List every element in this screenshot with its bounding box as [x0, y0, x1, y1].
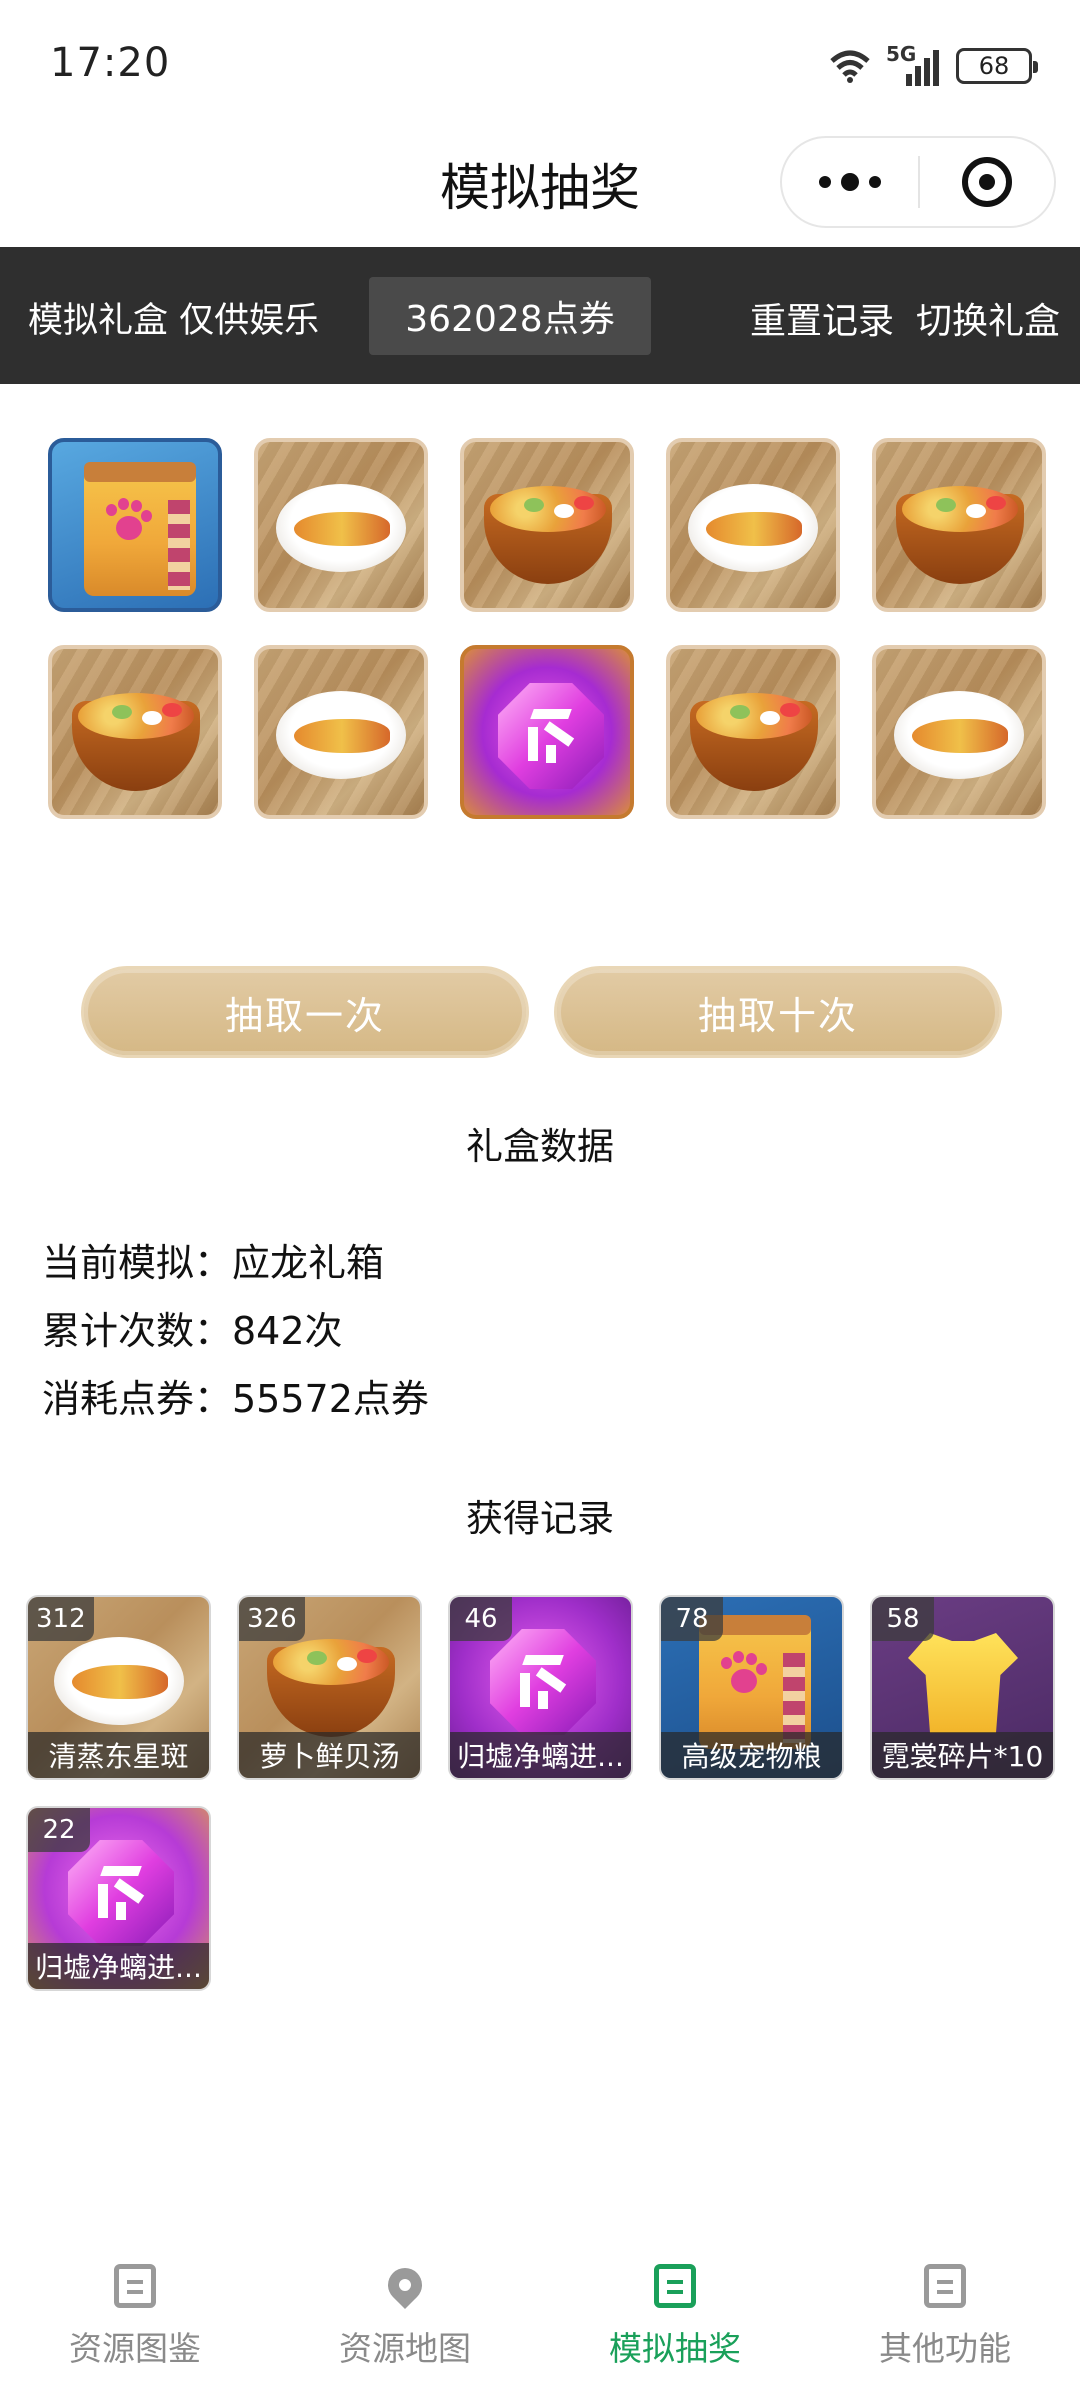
doc-icon [654, 2264, 696, 2308]
tickets-spent-stat: 消耗点券：55572点券 [42, 1377, 429, 1421]
record-item: 78 高级宠物粮 [659, 1595, 844, 1780]
close-mini-program-button[interactable] [920, 138, 1054, 226]
more-dot-icon [869, 176, 881, 188]
status-icons: 5G 68 [828, 42, 1038, 86]
steamed-fish-icon [706, 512, 802, 546]
record-item: 46 归墟净螭进... [448, 1595, 633, 1780]
more-dot-icon [819, 176, 831, 188]
steamed-fish-icon [72, 1665, 168, 1699]
record-count: 326 [239, 1597, 305, 1641]
record-item: 58 霓裳碎片*10 [870, 1595, 1055, 1780]
record-name: 清蒸东星斑 [28, 1732, 209, 1778]
current-box-stat: 当前模拟：应龙礼箱 [42, 1241, 385, 1285]
record-count: 78 [661, 1597, 723, 1641]
total-count-stat: 累计次数：842次 [42, 1309, 343, 1353]
steamed-fish-icon [912, 719, 1008, 753]
status-time: 17:20 [50, 40, 171, 86]
record-name: 归墟净螭进... [28, 1943, 209, 1989]
ticket-balance: 362028点券 [369, 277, 651, 355]
network-type: 5G [886, 42, 917, 66]
switch-box-button[interactable]: 切换礼盒 [916, 292, 1060, 344]
gem-emblem-icon [92, 1862, 150, 1922]
target-icon [961, 157, 1012, 207]
reset-records-button[interactable]: 重置记录 [750, 292, 894, 344]
doc-icon [924, 2264, 966, 2308]
prize-tile [460, 438, 634, 612]
battery-icon: 68 [956, 48, 1038, 84]
prize-tile [460, 645, 634, 819]
paw-icon [104, 498, 154, 548]
prize-tile [254, 438, 428, 612]
steamed-fish-icon [294, 512, 390, 546]
seafood-soup-icon [78, 693, 194, 739]
prize-tile [872, 645, 1046, 819]
seafood-soup-icon [490, 486, 606, 532]
toolbar-disclaimer: 模拟礼盒 仅供娱乐 [28, 301, 320, 341]
wifi-icon [830, 50, 870, 83]
tab-label: 资源图鉴 [69, 2329, 201, 2368]
record-name: 归墟净螭进... [450, 1732, 631, 1778]
paw-icon [719, 1651, 769, 1701]
prize-tile [48, 438, 222, 612]
bottom-tab-bar: 资源图鉴 资源地图 模拟抽奖 其他功能 [0, 2244, 1080, 2387]
cellular-signal-icon: 5G [886, 42, 942, 86]
prize-tile [254, 645, 428, 819]
doc-icon [114, 2264, 156, 2308]
record-name: 霓裳碎片*10 [872, 1732, 1053, 1778]
tab-label: 其他功能 [879, 2329, 1011, 2368]
record-item: 22 归墟净螭进... [26, 1806, 211, 1991]
prize-tile [666, 438, 840, 612]
record-count: 312 [28, 1597, 94, 1641]
record-count: 22 [28, 1808, 90, 1852]
draw-ten-button[interactable]: 抽取十次 [554, 966, 1002, 1058]
mini-program-capsule [780, 136, 1056, 228]
records-title: 获得记录 [466, 1497, 614, 1540]
seafood-soup-icon [696, 693, 812, 739]
seafood-soup-icon [902, 486, 1018, 532]
battery-level: 68 [978, 52, 1010, 80]
steamed-fish-icon [294, 719, 390, 753]
more-dot-icon [841, 173, 859, 191]
location-pin-icon [380, 2260, 430, 2310]
tab-label: 模拟抽奖 [609, 2329, 741, 2368]
record-name: 高级宠物粮 [661, 1732, 842, 1778]
tab-label: 资源地图 [339, 2329, 471, 2368]
record-name: 萝卜鲜贝汤 [239, 1732, 420, 1778]
prize-tile [872, 438, 1046, 612]
record-count: 58 [872, 1597, 934, 1641]
status-bar: 17:20 5G 68 [0, 0, 1080, 130]
box-data-title: 礼盒数据 [466, 1125, 614, 1168]
tab-lottery-sim[interactable]: 模拟抽奖 [540, 2264, 810, 2370]
prize-tile [48, 645, 222, 819]
gem-emblem-icon [522, 705, 580, 765]
record-count: 46 [450, 1597, 512, 1641]
more-options-button[interactable] [782, 138, 918, 226]
record-item: 312 清蒸东星斑 [26, 1595, 211, 1780]
seafood-soup-icon [273, 1639, 389, 1685]
tab-resource-map[interactable]: 资源地图 [270, 2260, 540, 2370]
tab-resource-catalog[interactable]: 资源图鉴 [0, 2264, 270, 2370]
lottery-toolbar: 模拟礼盒 仅供娱乐 362028点券 重置记录 切换礼盒 [0, 247, 1080, 384]
draw-once-button[interactable]: 抽取一次 [81, 966, 529, 1058]
tab-other-features[interactable]: 其他功能 [810, 2264, 1080, 2370]
gem-emblem-icon [514, 1651, 572, 1711]
prize-tile [666, 645, 840, 819]
record-item: 326 萝卜鲜贝汤 [237, 1595, 422, 1780]
shirt-icon [908, 1633, 1018, 1733]
